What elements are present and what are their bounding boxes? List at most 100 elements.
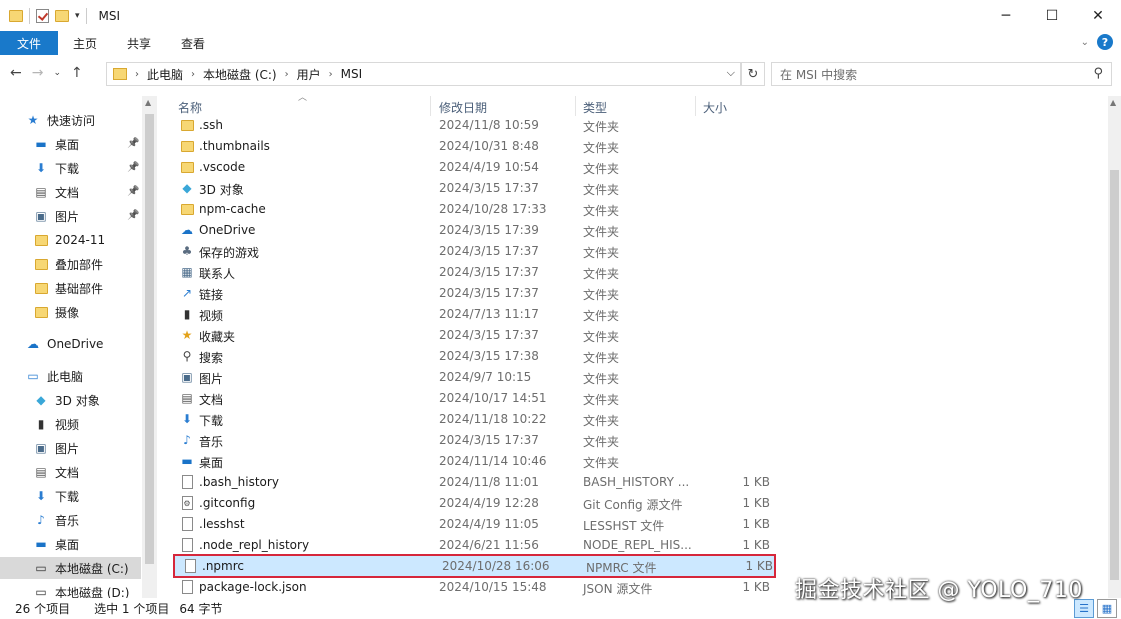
divider[interactable] [695,96,696,116]
pin-icon[interactable]: 📌 [127,210,139,221]
sidebar-item-pc-1[interactable]: ▮ 视频 [33,413,79,435]
table-row[interactable]: ▦ 联系人 2024/3/15 17:37 文件夹 [170,262,1108,283]
column-name[interactable]: 名称 [178,99,202,116]
file-name: 联系人 [199,267,236,281]
file-date: 2024/4/19 12:28 [439,496,539,510]
sidebar-item-5[interactable]: 叠加部件 [33,253,103,275]
sidebar-item-1[interactable]: ⬇ 下载 [33,157,79,179]
chevron-right-icon[interactable]: › [135,69,139,80]
table-row[interactable]: .thumbnails 2024/10/31 8:48 文件夹 [170,136,1108,157]
crumb-users[interactable]: 用户 [297,66,321,83]
sidebar-item-pc-3[interactable]: ▤ 文档 [33,461,79,483]
table-row[interactable]: ◆ 3D 对象 2024/3/15 17:37 文件夹 [170,178,1108,199]
chevron-down-icon[interactable]: ⌵ [727,66,735,80]
table-row[interactable]: .gitconfig 2024/4/19 12:28 Git Config 源文件 1… [170,493,1108,514]
address-bar[interactable]: › 此电脑 › 本地磁盘 (C:) › 用户 › MSI ⌵ [106,62,741,86]
table-row[interactable]: .ssh 2024/11/8 10:59 文件夹 [170,115,1108,136]
table-row[interactable]: ▬ 桌面 2024/11/14 10:46 文件夹 [170,451,1108,472]
scrollbar-thumb[interactable] [145,114,154,564]
folder-icon [180,139,194,153]
table-row[interactable]: ▤ 文档 2024/10/17 14:51 文件夹 [170,388,1108,409]
chevron-right-icon[interactable]: › [285,69,289,80]
sidebar-item-0[interactable]: ▬ 桌面 [33,133,79,155]
scroll-up-icon[interactable]: ▲ [145,98,151,107]
pin-icon[interactable]: 📌 [127,186,139,197]
table-row[interactable]: ♣ 保存的游戏 2024/3/15 17:37 文件夹 [170,241,1108,262]
sidebar-item-pc-4[interactable]: ⬇ 下载 [33,485,79,507]
file-size: 1 KB [742,496,770,510]
table-row[interactable]: ▮ 视频 2024/7/13 11:17 文件夹 [170,304,1108,325]
table-row[interactable]: ▣ 图片 2024/9/7 10:15 文件夹 [170,367,1108,388]
pin-icon[interactable]: 📌 [127,162,139,173]
column-date[interactable]: 修改日期 [439,99,487,116]
column-size[interactable]: 大小 [703,99,727,116]
tab-file[interactable]: 文件 [0,31,58,55]
table-row[interactable]: ⚲ 搜索 2024/3/15 17:38 文件夹 [170,346,1108,367]
sidebar-item-2[interactable]: ▤ 文档 [33,181,79,203]
sidebar-item-this-pc[interactable]: ▭ 此电脑 [25,365,83,387]
contacts-icon: ▦ [181,265,193,279]
sidebar-item-pc-7[interactable]: ▭ 本地磁盘 (C:) [0,557,141,579]
crumb-msi[interactable]: MSI [341,67,363,81]
sidebar-item-3[interactable]: ▣ 图片 [33,205,79,227]
refresh-button[interactable]: ↻ [741,62,765,86]
table-row[interactable]: ☁ OneDrive 2024/3/15 17:39 文件夹 [170,220,1108,241]
file-name: .node_repl_history [199,538,310,552]
pin-icon[interactable]: 📌 [127,138,139,149]
minimize-button[interactable]: ─ [983,0,1029,31]
tab-share[interactable]: 共享 [112,31,166,55]
up-icon[interactable]: ↑ [71,65,83,81]
table-row[interactable]: npm-cache 2024/10/28 17:33 文件夹 [170,199,1108,220]
sidebar-item-7[interactable]: 摄像 [33,301,79,323]
tab-view[interactable]: 查看 [166,31,220,55]
file-type: 文件夹 [583,162,620,176]
sidebar-item-pc-2[interactable]: ▣ 图片 [33,437,79,459]
nav-scrollbar[interactable]: ▲ [142,96,157,598]
document-icon: ▤ [35,185,47,199]
close-button[interactable]: ✕ [1075,0,1121,31]
file-type: 文件夹 [583,351,620,365]
table-row[interactable]: .npmrc 2024/10/28 16:06 NPMRC 文件 1 KB [173,554,776,578]
divider[interactable] [575,96,576,116]
tab-home[interactable]: 主页 [58,31,112,55]
sidebar-item-pc-8[interactable]: ▭ 本地磁盘 (D:) [33,581,129,598]
sidebar-item-4[interactable]: 2024-11 [33,229,105,251]
table-row[interactable]: .lesshst 2024/4/19 11:05 LESSHST 文件 1 KB [170,514,1108,535]
sidebar-item-quick-access[interactable]: ★ 快速访问 [25,109,95,131]
chevron-right-icon[interactable]: › [191,69,195,80]
table-row[interactable]: .node_repl_history 2024/6/21 11:56 NODE_RE… [170,535,1108,556]
forward-icon[interactable]: → [32,65,44,81]
table-row[interactable]: .vscode 2024/4/19 10:54 文件夹 [170,157,1108,178]
table-row[interactable]: .bash_history 2024/11/8 11:01 BASH_HISTORY… [170,472,1108,493]
file-list-scrollbar[interactable]: ▲ [1108,96,1121,598]
table-row[interactable]: ⬇ 下载 2024/11/18 10:22 文件夹 [170,409,1108,430]
table-row[interactable]: ★ 收藏夹 2024/3/15 17:37 文件夹 [170,325,1108,346]
expand-ribbon-icon[interactable]: ⌄ [1081,37,1089,48]
file-size: 1 KB [742,517,770,531]
sidebar-item-pc-5[interactable]: ♪ 音乐 [33,509,79,531]
help-icon[interactable]: ? [1097,34,1113,50]
sidebar-item-onedrive[interactable]: ☁ OneDrive [25,333,103,355]
chevron-right-icon[interactable]: › [329,69,333,80]
search-input[interactable]: 在 MSI 中搜索 ⚲ [771,62,1112,86]
customize-toolbar-icon[interactable]: ▾ [75,11,80,21]
column-type[interactable]: 类型 [583,99,607,116]
new-folder-icon[interactable] [55,9,69,22]
sidebar-item-6[interactable]: 基础部件 [33,277,103,299]
table-row[interactable]: ♪ 音乐 2024/3/15 17:37 文件夹 [170,430,1108,451]
scroll-up-icon[interactable]: ▲ [1110,98,1116,107]
table-row[interactable]: ↗ 链接 2024/3/15 17:37 文件夹 [170,283,1108,304]
scrollbar-thumb[interactable] [1110,170,1119,580]
large-icons-view-button[interactable]: ▦ [1097,599,1117,618]
divider[interactable] [430,96,431,116]
maximize-button[interactable]: ☐ [1029,0,1075,31]
file-date: 2024/4/19 10:54 [439,160,539,174]
sidebar-item-pc-0[interactable]: ◆ 3D 对象 [33,389,99,411]
back-icon[interactable]: ← [10,65,22,81]
sidebar-item-pc-6[interactable]: ▬ 桌面 [33,533,79,555]
crumb-this-pc[interactable]: 此电脑 [147,66,183,83]
crumb-drive-c[interactable]: 本地磁盘 (C:) [203,66,277,83]
recent-locations-icon[interactable]: ⌄ [53,68,61,81]
properties-icon[interactable] [36,8,49,23]
download-icon: ⬇ [35,161,47,175]
